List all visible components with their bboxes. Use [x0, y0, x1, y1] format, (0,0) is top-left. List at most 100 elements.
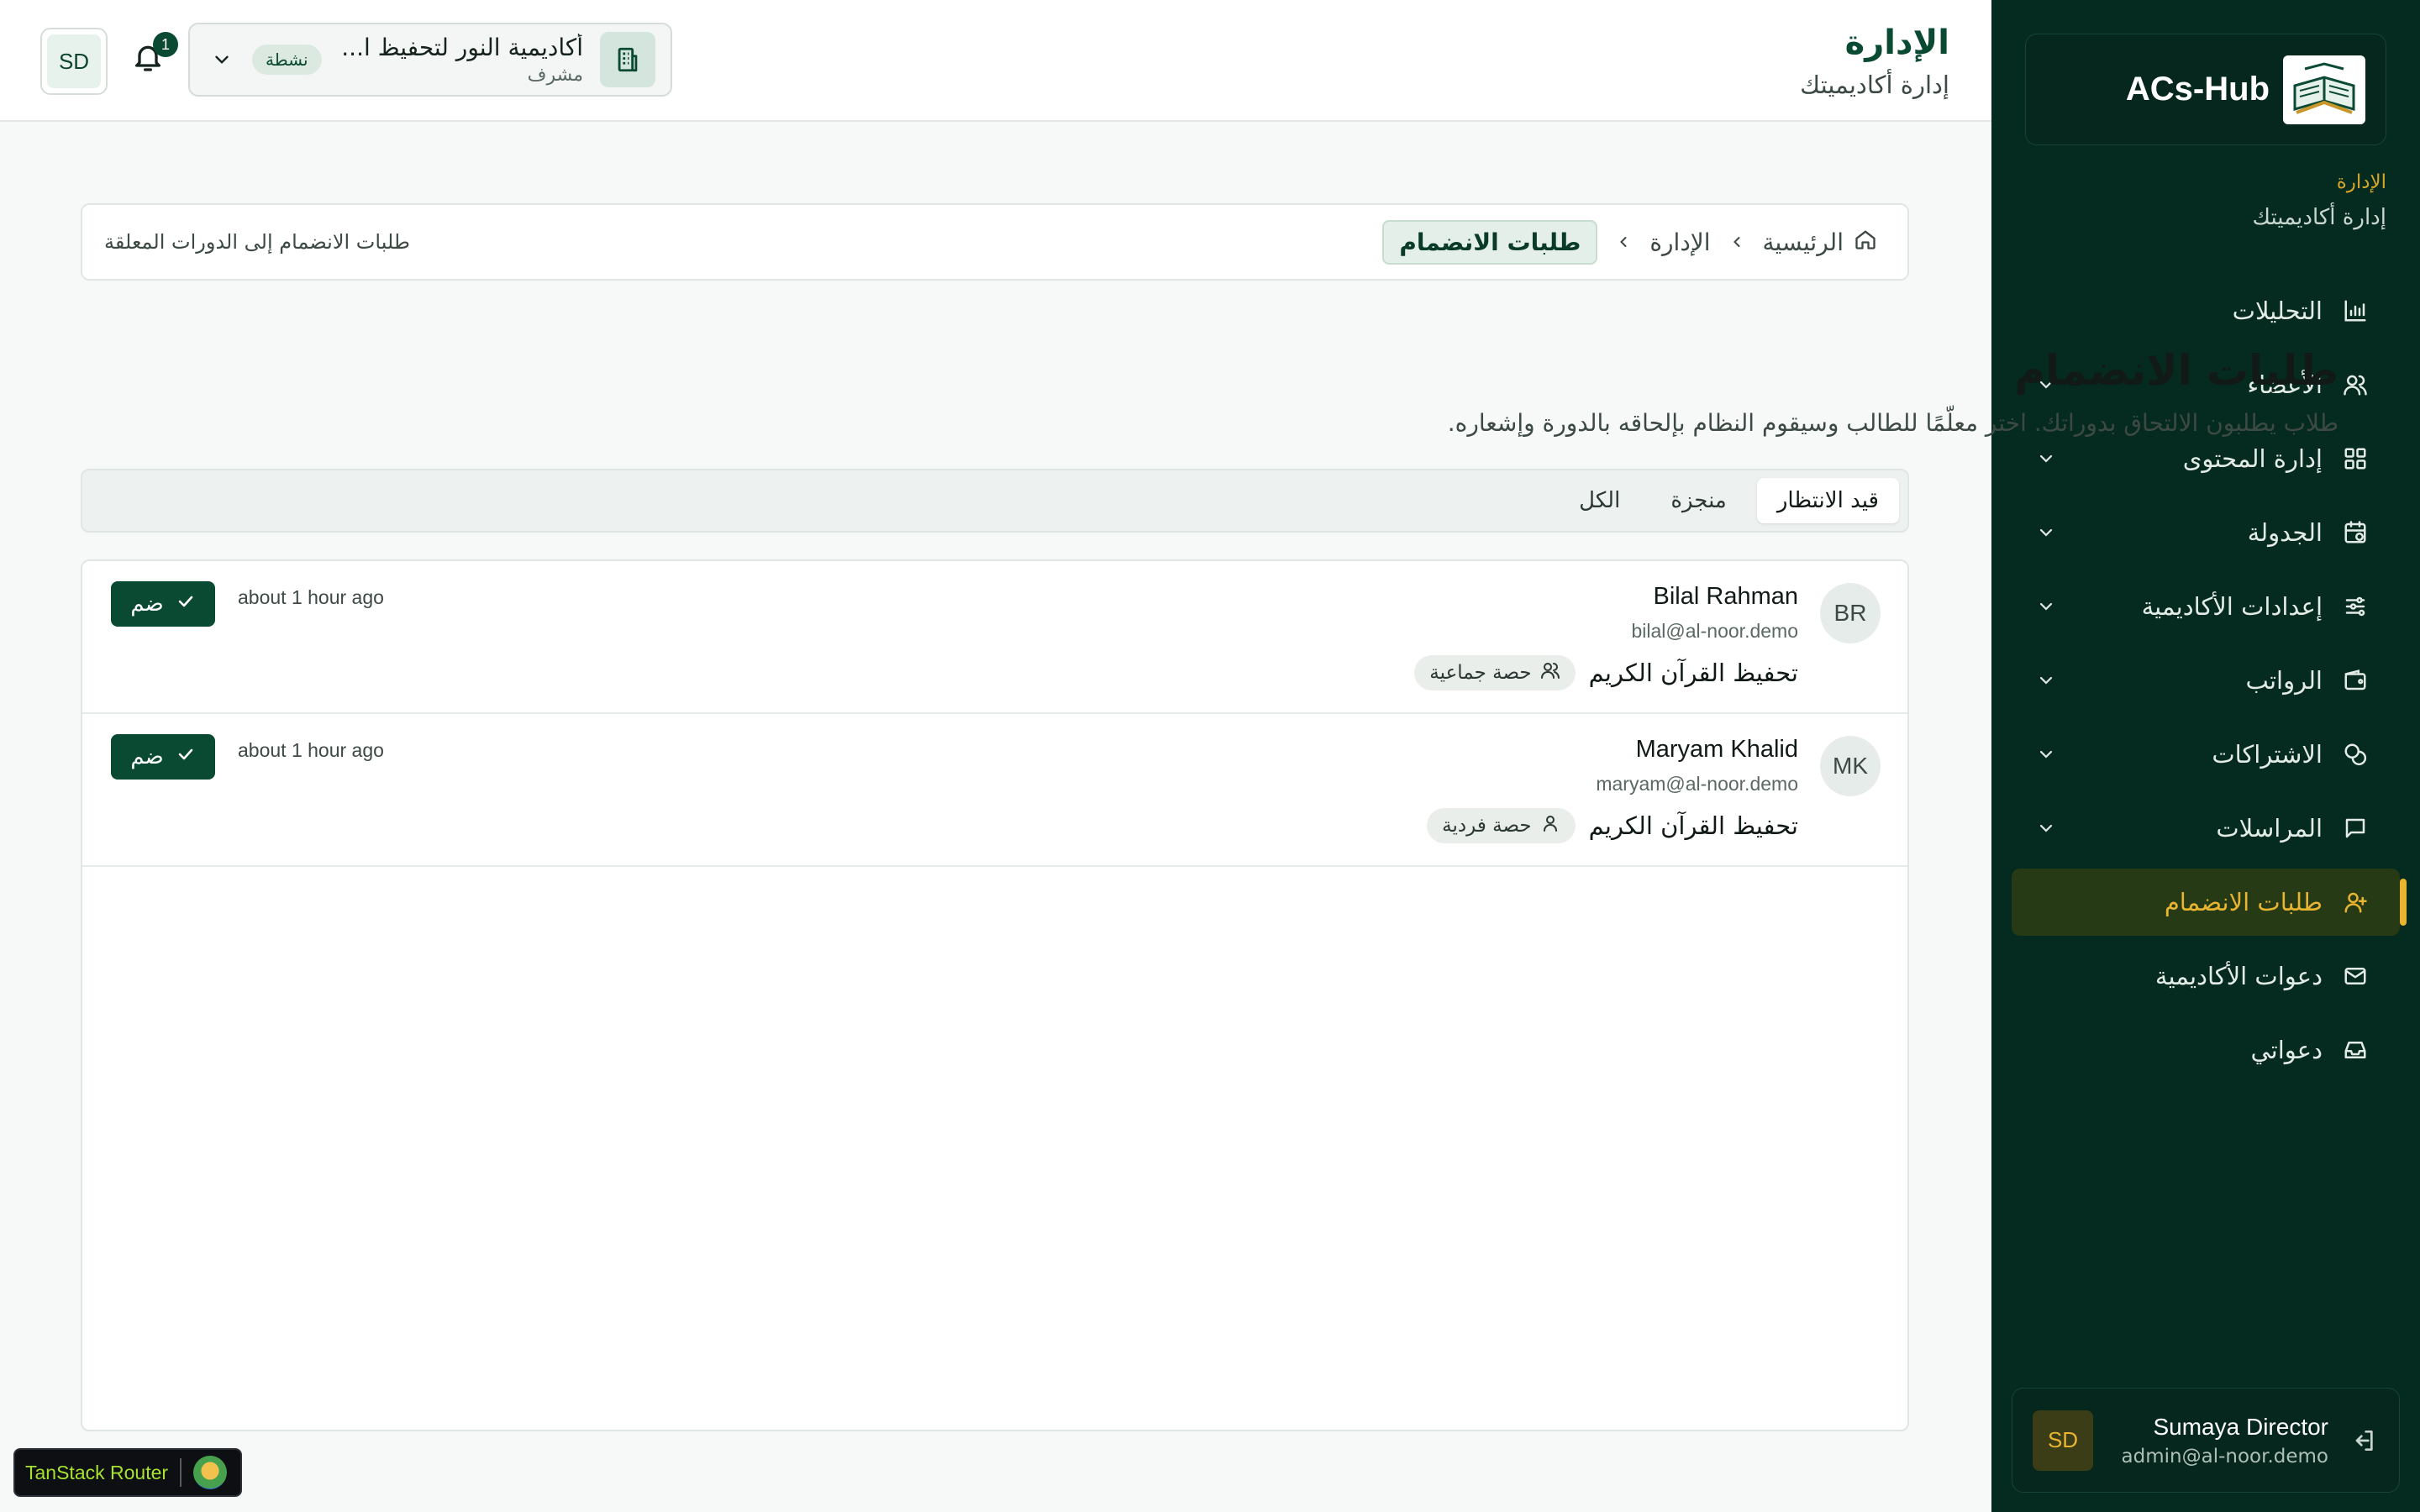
user-meta: Sumaya Director admin@al-noor.demo [2110, 1414, 2328, 1467]
sidebar-item-my-invitations[interactable]: دعواتي [2012, 1016, 2400, 1084]
sidebar-item-analytics[interactable]: التحليلات [2012, 277, 2400, 344]
list-item: MK Maryam Khalid maryam@al-noor.demo تحف… [82, 714, 1907, 867]
chevron-down-icon [2033, 446, 2059, 471]
course-name: تحفيظ القرآن الكريم [1588, 811, 1798, 840]
enroll-button-label: ضم [130, 591, 164, 617]
enroll-button[interactable]: ضم [111, 581, 215, 627]
sidebar-item-label: المراسلات [2216, 814, 2323, 843]
header-avatar[interactable]: SD [40, 28, 108, 95]
wallet-icon [2341, 666, 2370, 695]
building-icon [600, 32, 655, 87]
sidebar-item-label: طلبات الانضمام [2164, 888, 2323, 916]
sidebar-item-label: الاشتراكات [2212, 740, 2323, 769]
session-type-badge: حصة فردية [1427, 808, 1576, 843]
users-icon [1540, 660, 1560, 685]
router-devtools-toggle[interactable]: TanStack Router [13, 1448, 242, 1497]
sidebar-context-title: الإدارة [2336, 171, 2386, 193]
sidebar-item-salaries[interactable]: الرواتب [2012, 647, 2400, 714]
academy-switcher[interactable]: نشطة أكاديمية النور لتحفيظ ا... مشرف [188, 23, 672, 97]
breadcrumb-home-label: الرئيسية [1762, 228, 1844, 256]
bell-icon [131, 45, 165, 79]
academy-info: أكاديمية النور لتحفيظ ا... مشرف [339, 34, 583, 86]
avatar: BR [1820, 583, 1881, 643]
brand-card[interactable]: ACs-Hub [2025, 34, 2386, 145]
sidebar-item-academy-invitations[interactable]: دعوات الأكاديمية [2012, 942, 2400, 1010]
enroll-button-label: ضم [130, 744, 164, 769]
sidebar-user-card: Sumaya Director admin@al-noor.demo SD [2012, 1388, 2400, 1493]
request-time: about 1 hour ago [238, 586, 384, 608]
chevron-down-icon [2033, 520, 2059, 545]
sidebar-context-subtitle: إدارة أكاديميتك [2252, 205, 2386, 230]
academy-role: مشرف [527, 65, 583, 86]
sidebar-item-label: دعواتي [2250, 1036, 2323, 1064]
sidebar-item-label: إعدادات الأكاديمية [2141, 592, 2323, 621]
sidebar-item-subscriptions[interactable]: الاشتراكات [2012, 721, 2400, 788]
student-name: Maryam Khalid [1635, 736, 1798, 763]
user-email: admin@al-noor.demo [2121, 1445, 2328, 1467]
page-title: طلبات الانضمام [2014, 346, 2338, 395]
avatar: SD [47, 34, 101, 88]
tab-all[interactable]: الكل [1559, 478, 1640, 523]
sidebar-item-label: إدارة المحتوى [2182, 444, 2323, 473]
tab-completed[interactable]: منجزة [1650, 478, 1747, 523]
sidebar-item-messages[interactable]: المراسلات [2012, 795, 2400, 862]
grid-icon [2341, 444, 2370, 473]
chevron-down-icon [2033, 816, 2059, 841]
page-subtitle: طلاب يطلبون الالتحاق بدوراتك. اختر معلّم… [1447, 409, 2338, 437]
check-icon [176, 591, 196, 617]
tab-pending[interactable]: قيد الانتظار [1756, 478, 1899, 523]
header-title-block: الإدارة إدارة أكاديميتك [1800, 24, 1949, 99]
sidebar-item-label: التحليلات [2232, 297, 2323, 325]
chevron-left-icon [1614, 233, 1633, 251]
bar-chart-icon [2341, 297, 2370, 325]
check-icon [176, 744, 196, 770]
notification-count-badge: 1 [153, 32, 178, 57]
course-info: تحفيظ القرآن الكريم حصة جماعية [1414, 655, 1798, 690]
sidebar-item-label: الجدولة [2247, 518, 2323, 547]
avatar[interactable]: SD [2033, 1410, 2093, 1471]
app-root: ACs-Hub الإدارة إدارة أكاديميتك التحليلا… [0, 0, 2420, 1512]
join-requests-list: BR Bilal Rahman bilal@al-noor.demo تحفيظ… [81, 559, 1909, 1431]
session-type-label: حصة جماعية [1429, 662, 1532, 684]
enroll-button[interactable]: ضم [111, 734, 215, 780]
breadcrumb: الرئيسية الإدارة طلبات الانضمام طلبات ال… [81, 203, 1909, 281]
message-square-icon [2341, 814, 2370, 843]
session-type-label: حصة فردية [1442, 815, 1532, 837]
chevron-down-icon [2033, 668, 2059, 693]
request-time: about 1 hour ago [238, 739, 384, 761]
breadcrumb-description: طلبات الانضمام إلى الدورات المعلقة [104, 230, 410, 254]
list-item: BR Bilal Rahman bilal@al-noor.demo تحفيظ… [82, 561, 1907, 714]
breadcrumb-home[interactable]: الرئيسية [1763, 228, 1877, 257]
status-tabs: قيد الانتظار منجزة الكل [81, 469, 1909, 533]
users-icon [2341, 370, 2370, 399]
home-icon [1854, 228, 1877, 257]
inbox-icon [2341, 1036, 2370, 1064]
status-badge: نشطة [252, 45, 322, 75]
student-email: bilal@al-noor.demo [1631, 620, 1798, 642]
sidebar-item-join-requests[interactable]: طلبات الانضمام [2012, 869, 2407, 936]
top-header: SD 1 نشطة أكاديمية النور لتحفيظ ا... مشر… [0, 0, 1991, 122]
sidebar-item-scheduling[interactable]: الجدولة [2012, 499, 2400, 566]
sidebar-item-label: الرواتب [2245, 666, 2323, 695]
breadcrumb-section[interactable]: الإدارة [1649, 228, 1710, 256]
breadcrumb-current: طلبات الانضمام [1382, 219, 1598, 265]
academy-name: أكاديمية النور لتحفيظ ا... [341, 34, 583, 61]
sidebar-item-label: دعوات الأكاديمية [2154, 962, 2323, 990]
sidebar-context: الإدارة إدارة أكاديميتك [2253, 171, 2386, 230]
notifications-button[interactable]: 1 [131, 32, 178, 79]
course-name: تحفيظ القرآن الكريم [1588, 659, 1798, 687]
sliders-icon [2341, 592, 2370, 621]
logout-icon[interactable] [2345, 1422, 2382, 1459]
student-name: Bilal Rahman [1653, 583, 1798, 610]
sidebar: ACs-Hub الإدارة إدارة أكاديميتك التحليلا… [1991, 0, 2420, 1512]
chevron-down-icon [2033, 742, 2059, 767]
sidebar-nav: التحليلات الأعضاء إدارة المحتوى الجدولة … [2012, 277, 2407, 1090]
sidebar-item-academy-settings[interactable]: إعدادات الأكاديمية [2012, 573, 2400, 640]
avatar: MK [1820, 736, 1881, 796]
session-type-badge: حصة جماعية [1414, 655, 1576, 690]
devtools-label: TanStack Router [25, 1461, 169, 1483]
page-section-title: الإدارة [1844, 24, 1949, 62]
calendar-clock-icon [2341, 518, 2370, 547]
tanstack-logo-icon [193, 1456, 228, 1489]
student-email: maryam@al-noor.demo [1596, 773, 1798, 795]
